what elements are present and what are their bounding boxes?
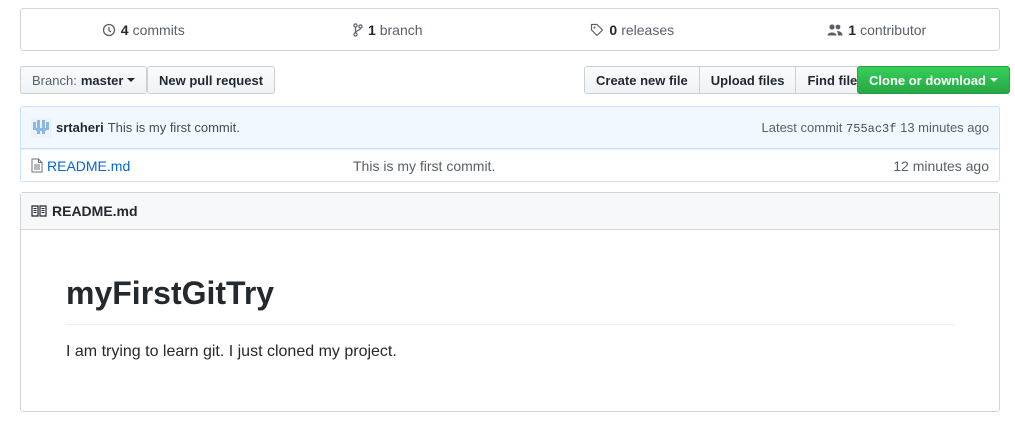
commits-icon <box>102 23 115 36</box>
readme-content: myFirstGitTry I am trying to learn git. … <box>21 230 999 361</box>
clone-or-download-button[interactable]: Clone or download <box>857 66 1010 94</box>
readme-paragraph: I am trying to learn git. I just cloned … <box>66 343 397 361</box>
file-table: srtaheri This is my first commit. Latest… <box>20 106 1000 182</box>
commit-age: 13 minutes ago <box>900 119 989 135</box>
chevron-down-icon <box>127 78 136 82</box>
stat-commits-label: commits <box>132 21 185 38</box>
create-new-file-button[interactable]: Create new file <box>584 66 700 94</box>
readme-header: README.md <box>21 193 999 230</box>
commit-message[interactable]: This is my first commit. <box>108 120 240 135</box>
repo-stats-bar: 4 commits 1 branch 0 releases 1 contribu… <box>20 8 1000 51</box>
commit-sha[interactable]: 755ac3f <box>846 122 896 136</box>
file-navigation: Branch: master New pull request Create n… <box>20 66 1010 96</box>
avatar[interactable] <box>31 117 51 138</box>
stat-releases-label: releases <box>621 21 675 38</box>
stat-commits[interactable]: 4 commits <box>21 9 266 50</box>
branch-prefix: Branch: <box>32 72 77 88</box>
stat-releases-count: 0 <box>609 21 618 38</box>
stat-branches-label: branch <box>379 21 423 38</box>
file-name-link[interactable]: README.md <box>47 158 347 174</box>
upload-files-button[interactable]: Upload files <box>698 66 797 94</box>
readme-box: README.md myFirstGitTry I am trying to l… <box>20 192 1000 412</box>
branch-name: master <box>80 72 124 88</box>
stat-contributors-count: 1 <box>848 21 857 38</box>
commit-meta: Latest commit 755ac3f 13 minutes ago <box>762 120 990 136</box>
branch-icon <box>353 22 363 37</box>
readme-filename: README.md <box>52 203 138 219</box>
stat-contributors[interactable]: 1 contributor <box>755 9 1000 50</box>
latest-commit-label: Latest commit <box>761 119 843 135</box>
tag-icon <box>591 23 604 36</box>
table-row: README.md This is my first commit. 12 mi… <box>21 149 999 181</box>
file-commit-message[interactable]: This is my first commit. <box>353 158 495 174</box>
commit-author[interactable]: srtaheri <box>56 120 104 135</box>
chevron-down-icon <box>990 78 998 82</box>
file-icon <box>31 158 43 173</box>
file-actions-group: Create new file Upload files Find file <box>584 66 870 94</box>
stat-branches[interactable]: 1 branch <box>266 9 511 50</box>
branch-select-button[interactable]: Branch: master <box>20 66 148 94</box>
people-icon <box>827 23 843 35</box>
stat-releases[interactable]: 0 releases <box>510 9 755 50</box>
stat-contributors-label: contributor <box>860 21 927 38</box>
stat-branches-count: 1 <box>367 21 376 38</box>
latest-commit-bar: srtaheri This is my first commit. Latest… <box>21 107 999 149</box>
stat-commits-count: 4 <box>120 21 129 38</box>
file-age: 12 minutes ago <box>893 157 989 174</box>
readme-heading: myFirstGitTry <box>66 274 954 326</box>
repo-page: 4 commits 1 branch 0 releases 1 contribu… <box>20 8 1010 412</box>
clone-label: Clone or download <box>869 72 986 88</box>
new-pull-request-button[interactable]: New pull request <box>147 66 276 94</box>
book-icon <box>31 205 47 217</box>
